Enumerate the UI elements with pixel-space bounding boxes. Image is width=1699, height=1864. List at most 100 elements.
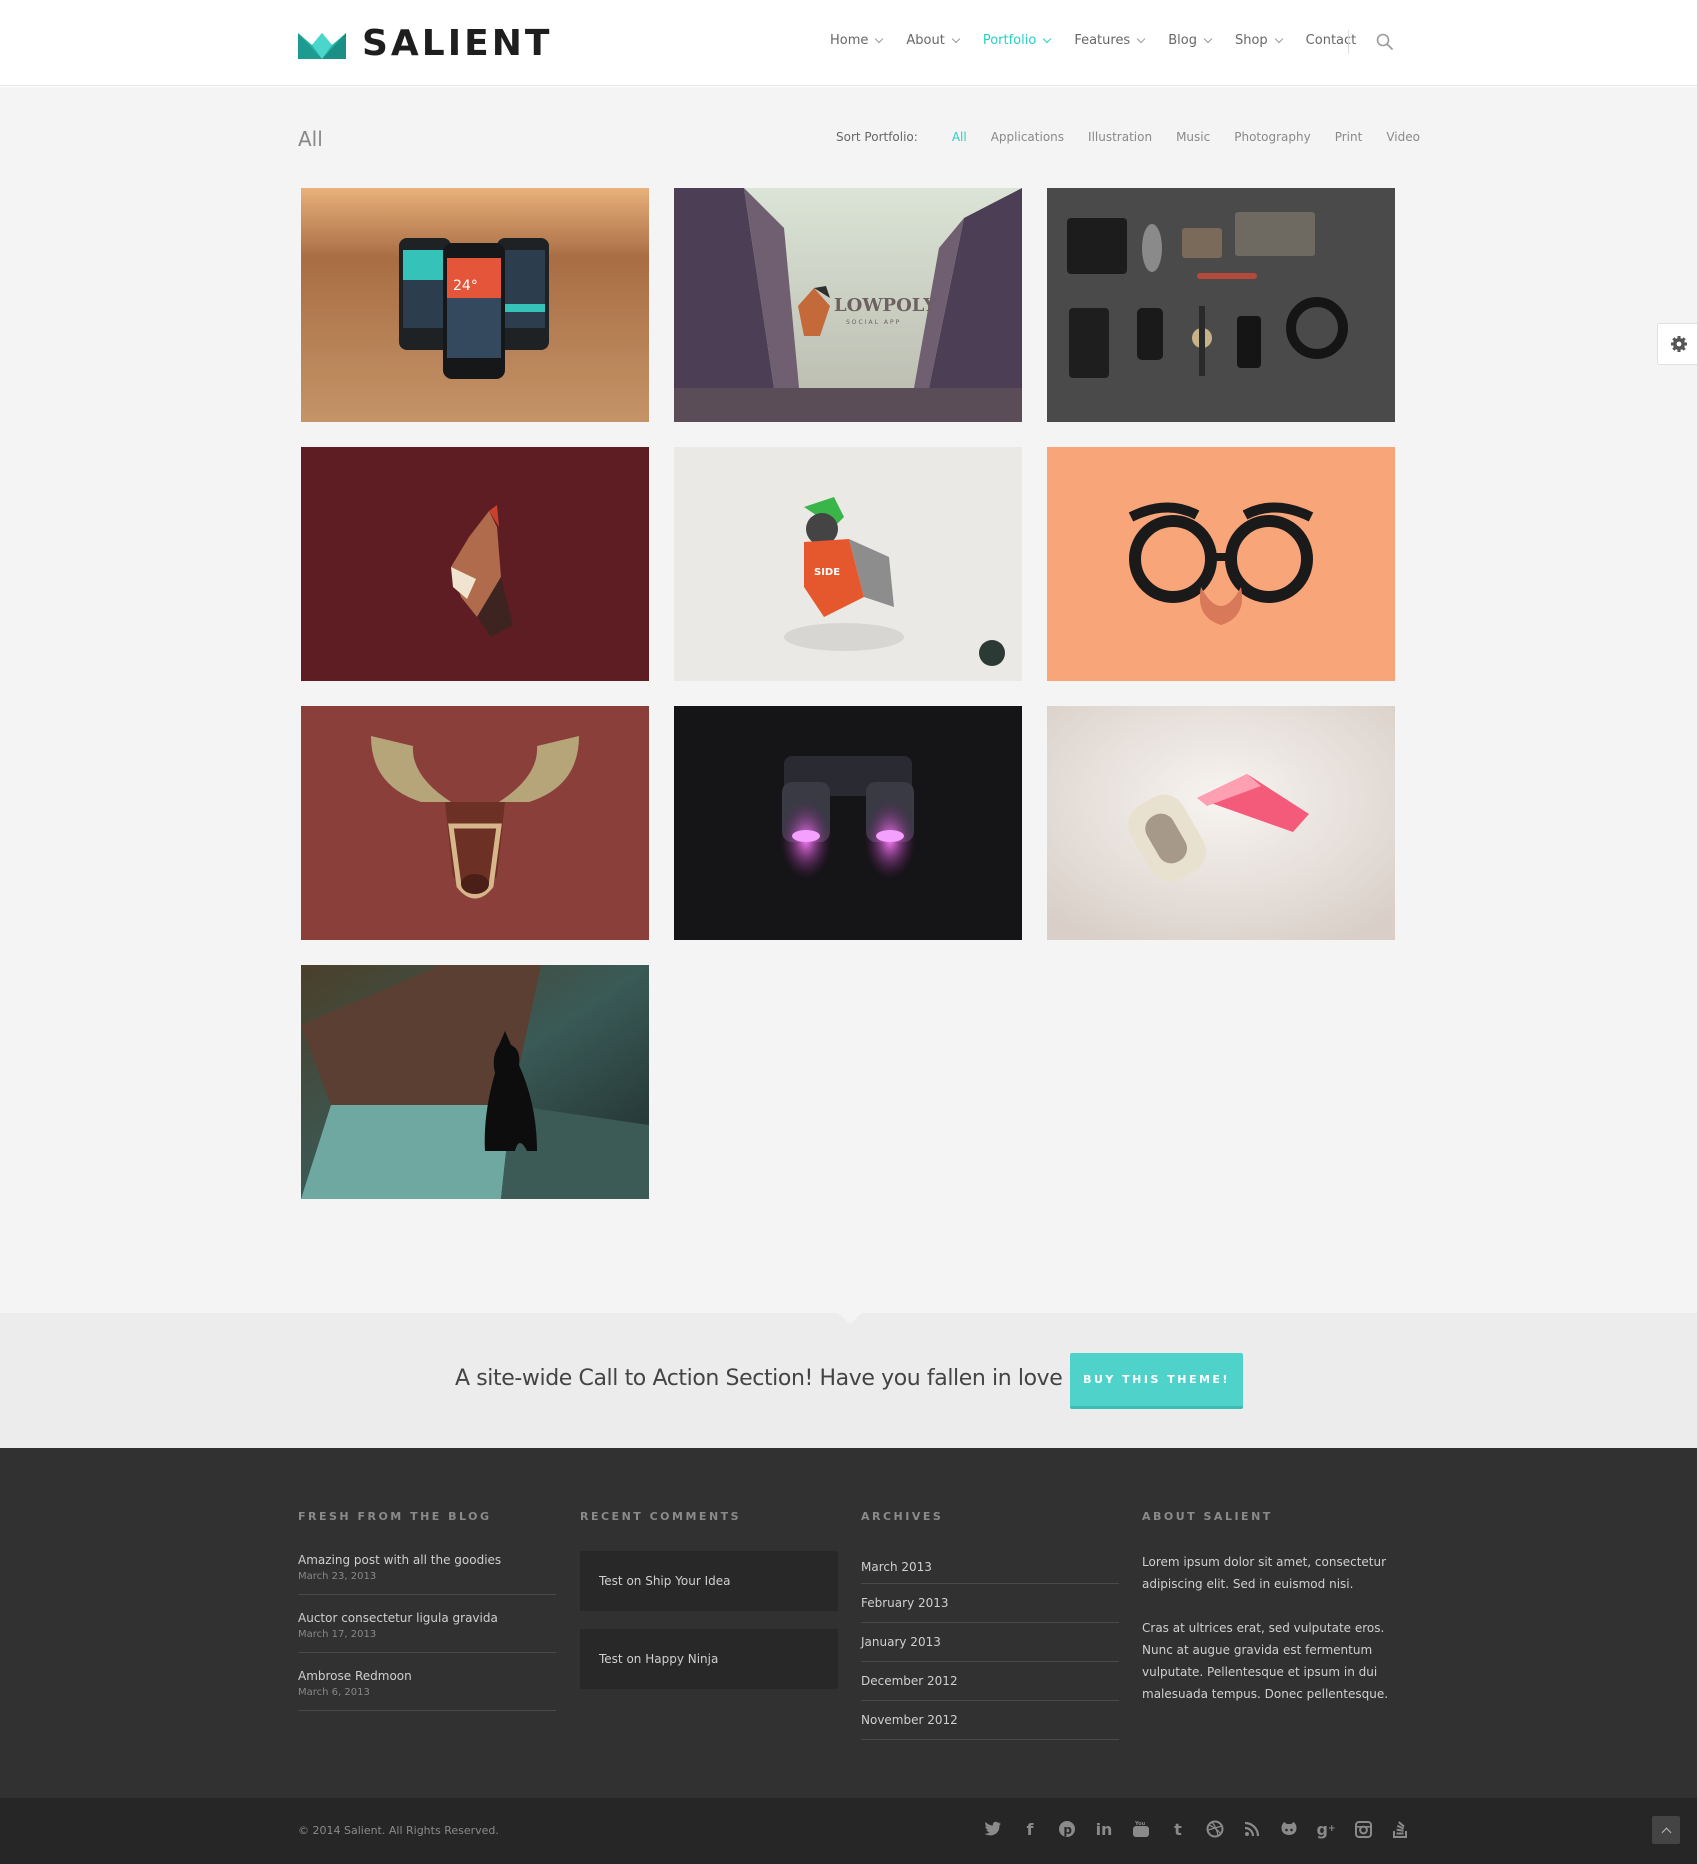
footer-post[interactable]: Ambrose Redmoon March 6, 2013 xyxy=(298,1667,556,1711)
nav-about[interactable]: About xyxy=(906,33,961,48)
buy-theme-button[interactable]: BUY THIS THEME! xyxy=(1070,1353,1243,1409)
gear-icon xyxy=(1670,336,1687,352)
rss-icon[interactable] xyxy=(1242,1819,1262,1839)
svg-text:24°: 24° xyxy=(453,278,478,294)
chevron-down-icon xyxy=(1043,34,1052,44)
stackexchange-icon[interactable] xyxy=(1390,1819,1410,1839)
filter-illustration[interactable]: Illustration xyxy=(1088,130,1152,144)
post-title[interactable]: Auctor consectetur ligula gravida xyxy=(298,1609,556,1627)
profile-illustration-image xyxy=(301,447,649,681)
footer-post[interactable]: Auctor consectetur ligula gravida March … xyxy=(298,1609,556,1653)
chevron-down-icon xyxy=(1274,34,1283,44)
post-date: March 6, 2013 xyxy=(298,1687,370,1698)
logo[interactable]: SALIENT xyxy=(298,26,552,62)
portfolio-item-black-cat[interactable] xyxy=(301,965,649,1199)
portfolio-item-bird-illustration[interactable]: SIDE xyxy=(674,447,1022,681)
footer-about-heading: ABOUT SALIENT xyxy=(1142,1510,1273,1523)
pinterest-icon[interactable]: p xyxy=(1057,1819,1077,1839)
crown-logo-icon xyxy=(298,33,346,59)
svg-text:p: p xyxy=(1063,1823,1072,1837)
chevron-up-icon xyxy=(1661,1827,1671,1837)
linkedin-icon[interactable]: in xyxy=(1094,1819,1114,1839)
portfolio-item-glasses-mustache[interactable] xyxy=(1047,447,1395,681)
black-cat-image xyxy=(301,965,649,1199)
page-title: All xyxy=(298,127,323,151)
binoculars-image xyxy=(674,706,1022,940)
search-icon[interactable] xyxy=(1376,33,1394,51)
youtube-icon[interactable]: You xyxy=(1131,1819,1151,1839)
nav-features[interactable]: Features xyxy=(1074,33,1146,48)
filter-print[interactable]: Print xyxy=(1335,130,1363,144)
archive-link[interactable]: December 2012 xyxy=(861,1662,1119,1701)
settings-panel-toggle[interactable] xyxy=(1657,323,1699,365)
footer-post[interactable]: Amazing post with all the goodies March … xyxy=(298,1551,556,1595)
filter-applications[interactable]: Applications xyxy=(991,130,1064,144)
tumblr-icon[interactable]: t xyxy=(1168,1819,1188,1839)
nav-features-label: Features xyxy=(1074,33,1131,48)
archive-link[interactable]: February 2013 xyxy=(861,1584,1119,1623)
portfolio-item-binoculars[interactable] xyxy=(674,706,1022,940)
logo-text: SALIENT xyxy=(362,23,553,64)
site-header: SALIENT Home About Portfolio Features Bl… xyxy=(0,0,1697,86)
filter-music[interactable]: Music xyxy=(1176,130,1210,144)
twitter-icon[interactable] xyxy=(983,1819,1003,1839)
nav-divider xyxy=(1348,30,1349,54)
nav-about-label: About xyxy=(906,33,945,48)
portfolio-item-profile-illustration[interactable] xyxy=(301,447,649,681)
post-date: March 23, 2013 xyxy=(298,1571,377,1582)
cta-text: A site-wide Call to Action Section! Have… xyxy=(455,1366,1115,1391)
portfolio-item-flatlay-essentials[interactable] xyxy=(1047,188,1395,422)
post-title[interactable]: Ambrose Redmoon xyxy=(298,1667,556,1685)
archive-link[interactable]: November 2012 xyxy=(861,1701,1119,1740)
comment-item[interactable]: Test on Ship Your Idea xyxy=(580,1551,838,1611)
archive-link[interactable]: March 2013 xyxy=(861,1551,1119,1584)
filter-all[interactable]: All xyxy=(952,130,967,144)
site-footer: FRESH FROM THE BLOG Amazing post with al… xyxy=(0,1448,1697,1798)
comment-item[interactable]: Test on Happy Ninja xyxy=(580,1629,838,1689)
github-icon[interactable] xyxy=(1279,1819,1299,1839)
glasses-image xyxy=(1047,447,1395,681)
portfolio-item-phones-app[interactable]: 24° xyxy=(301,188,649,422)
about-paragraph: Lorem ipsum dolor sit amet, consectetur … xyxy=(1142,1555,1387,1591)
nav-shop-label: Shop xyxy=(1234,33,1268,48)
bird-caption: SIDE xyxy=(814,567,840,578)
lowpoly-caption: LOWPOLY xyxy=(834,295,937,316)
filter-photography[interactable]: Photography xyxy=(1234,130,1310,144)
about-paragraph: Cras at ultrices erat, sed vulputate ero… xyxy=(1142,1621,1389,1701)
archive-link[interactable]: January 2013 xyxy=(861,1623,1119,1662)
chevron-down-icon xyxy=(1136,34,1146,44)
post-title[interactable]: Amazing post with all the goodies xyxy=(298,1551,556,1569)
portfolio-item-moose-head[interactable] xyxy=(301,706,649,940)
back-to-top-button[interactable] xyxy=(1652,1816,1680,1844)
footer-blog: FRESH FROM THE BLOG Amazing post with al… xyxy=(298,1510,556,1725)
nav-shop[interactable]: Shop xyxy=(1234,33,1283,48)
portfolio-item-lowpoly-social-app[interactable]: LOWPOLY SOCIAL APP xyxy=(674,188,1022,422)
nav-home[interactable]: Home xyxy=(830,33,884,48)
nav-home-label: Home xyxy=(830,33,869,48)
chevron-down-icon xyxy=(951,34,961,44)
nav-portfolio[interactable]: Portfolio xyxy=(982,33,1052,48)
cta-notch xyxy=(838,1313,862,1324)
phones-app-image: 24° xyxy=(301,188,649,422)
nav-blog[interactable]: Blog xyxy=(1168,33,1213,48)
sort-label: Sort Portfolio: xyxy=(836,130,918,144)
footer-archives: ARCHIVES March 2013 February 2013 Januar… xyxy=(861,1510,1119,1740)
facebook-icon[interactable]: f xyxy=(1020,1819,1040,1839)
call-to-action: A site-wide Call to Action Section! Have… xyxy=(0,1313,1697,1448)
footer-archives-heading: ARCHIVES xyxy=(861,1510,944,1523)
svg-text:You: You xyxy=(1134,1821,1146,1827)
chevron-down-icon xyxy=(1203,34,1213,44)
glasses-3d-image xyxy=(1047,706,1395,940)
footer-blog-heading: FRESH FROM THE BLOG xyxy=(298,1510,492,1523)
instagram-icon[interactable] xyxy=(1353,1819,1373,1839)
google-plus-icon[interactable]: g + xyxy=(1316,1819,1336,1839)
portfolio-item-glasses-3d[interactable] xyxy=(1047,706,1395,940)
dribbble-icon[interactable] xyxy=(1205,1819,1225,1839)
footer-bottom-bar: © 2014 Salient. All Rights Reserved. f p… xyxy=(0,1798,1697,1864)
lowpoly-subcaption: SOCIAL APP xyxy=(846,319,901,326)
footer-recent-comments: RECENT COMMENTS Test on Ship Your Idea T… xyxy=(580,1510,838,1707)
moose-image xyxy=(301,706,649,940)
nav-portfolio-label: Portfolio xyxy=(982,33,1037,48)
filter-video[interactable]: Video xyxy=(1386,130,1420,144)
copyright: © 2014 Salient. All Rights Reserved. xyxy=(298,1824,499,1837)
